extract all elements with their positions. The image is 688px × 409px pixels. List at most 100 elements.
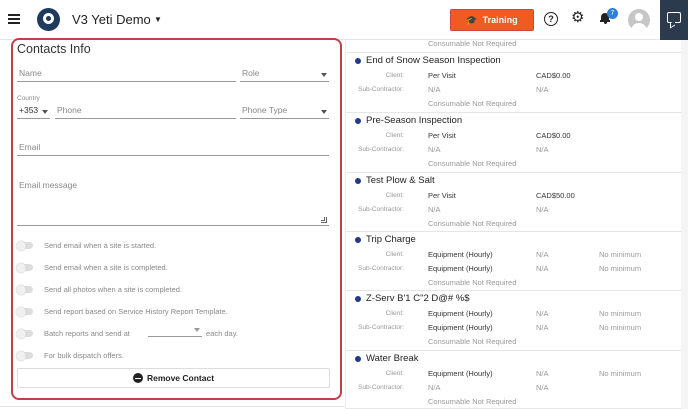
- toggle-switch[interactable]: [16, 284, 33, 295]
- service-item: Z-Serv B'1 C"2 D@# %$ Client: Equipment …: [346, 291, 681, 351]
- toggle-label: Send all photos when a site is completed…: [44, 285, 182, 294]
- sub-billing-type: Equipment (Hourly): [428, 264, 493, 273]
- sub-contractor-label: Sub-Contractor:: [358, 265, 404, 272]
- toggle-site-started[interactable]: Send email when a site is started.: [16, 240, 329, 252]
- toggle-switch[interactable]: [16, 350, 33, 361]
- bullet-icon: [355, 236, 361, 243]
- service-item: Water Break Client: Equipment (Hourly) N…: [346, 351, 681, 409]
- name-field[interactable]: Name: [17, 64, 236, 82]
- client-label: Client:: [385, 192, 404, 199]
- consumable-note: Consumable Not Required: [428, 397, 517, 406]
- avatar[interactable]: [628, 9, 650, 31]
- service-name: End of Snow Season Inspection: [366, 55, 501, 66]
- toggle-switch[interactable]: [16, 240, 33, 251]
- chevron-down-icon[interactable]: ▼: [154, 15, 162, 24]
- help-icon[interactable]: ?: [544, 12, 558, 26]
- bullet-icon: [355, 295, 361, 302]
- service-title[interactable]: Z-Serv B'1 C"2 D@# %$: [355, 293, 470, 304]
- client-billing-type: Equipment (Hourly): [428, 309, 493, 318]
- service-title[interactable]: Water Break: [355, 353, 418, 364]
- sub-rate: N/A: [536, 264, 549, 273]
- client-billing-type: Per Visit: [428, 71, 456, 80]
- company-name[interactable]: V3 Yeti Demo: [72, 12, 151, 27]
- country-code-value: +353: [19, 105, 39, 115]
- training-label: Training: [482, 15, 518, 25]
- graduation-cap-icon: 🎓: [466, 14, 478, 25]
- service-name: Trip Charge: [366, 234, 416, 245]
- toggle-label: Send report based on Service History Rep…: [44, 307, 228, 316]
- client-label: Client:: [385, 132, 404, 139]
- toggle-batch-reports[interactable]: Batch reports and send at each day.: [16, 326, 329, 340]
- consumable-note: Consumable Not Required: [428, 278, 517, 287]
- sub-billing-type: N/A: [428, 85, 441, 94]
- service-title[interactable]: Test Plow & Salt: [355, 175, 435, 186]
- sub-billing-type: N/A: [428, 383, 441, 392]
- menu-icon[interactable]: [8, 14, 20, 24]
- batch-time-select[interactable]: [148, 326, 202, 337]
- service-item: Pre-Season Inspection Client: Per Visit …: [346, 113, 681, 173]
- caret-down-icon: [42, 110, 48, 114]
- phone-field[interactable]: Phone: [55, 103, 236, 119]
- phone-type-select[interactable]: Phone Type: [240, 103, 329, 119]
- training-button[interactable]: 🎓 Training: [450, 9, 534, 31]
- country-label: Country: [17, 95, 40, 102]
- left-column: Contacts Info Name Role Country +353 Pho…: [0, 38, 345, 409]
- toggle-switch[interactable]: [16, 328, 33, 339]
- service-title[interactable]: End of Snow Season Inspection: [355, 55, 501, 66]
- contact-card: Contacts Info Name Role Country +353 Pho…: [11, 38, 342, 400]
- toggle-service-history-report[interactable]: Send report based on Service History Rep…: [16, 306, 329, 318]
- top-bar: V3 Yeti Demo ▼ 🎓 Training ? ⚙ 7: [0, 0, 688, 40]
- client-rate: N/A: [536, 369, 549, 378]
- service-name: Pre-Season Inspection: [366, 115, 463, 126]
- service-title[interactable]: Pre-Season Inspection: [355, 115, 462, 126]
- email-placeholder: Email: [19, 142, 41, 152]
- service-item: Trip Charge Client: Equipment (Hourly) N…: [346, 232, 681, 291]
- service-title[interactable]: Trip Charge: [355, 234, 416, 245]
- consumable-note: Consumable Not Required: [428, 159, 517, 168]
- service-name: Water Break: [366, 353, 419, 364]
- consumable-note: Consumable Not Required: [428, 39, 517, 48]
- scrollbar-track[interactable]: [681, 40, 688, 409]
- each-day-label: each day.: [206, 329, 238, 338]
- client-minimum: No minimum: [599, 309, 642, 318]
- toggle-label: Batch reports and send at: [44, 329, 130, 338]
- caret-down-icon: [321, 110, 327, 114]
- consumable-note: Consumable Not Required: [428, 99, 517, 108]
- toggle-send-photos[interactable]: Send all photos when a site is completed…: [16, 284, 329, 296]
- remove-contact-button[interactable]: Remove Contact: [17, 368, 330, 388]
- sub-billing-type: N/A: [428, 205, 441, 214]
- email-message-field[interactable]: Email message: [17, 180, 329, 226]
- client-rate: CAD$0.00: [536, 131, 571, 140]
- phone-placeholder: Phone: [57, 105, 82, 115]
- sub-billing-type: N/A: [428, 145, 441, 154]
- chat-icon: [667, 12, 681, 23]
- client-minimum: No minimum: [599, 250, 642, 259]
- sub-rate: N/A: [536, 85, 549, 94]
- bullet-icon: [355, 57, 361, 64]
- toggle-site-completed[interactable]: Send email when a site is completed.: [16, 262, 329, 274]
- role-select[interactable]: Role: [240, 64, 329, 82]
- toggle-switch[interactable]: [16, 306, 33, 317]
- bullet-icon: [355, 355, 361, 362]
- toggle-bulk-dispatch[interactable]: For bulk dispatch offers.: [16, 350, 329, 362]
- sub-contractor-label: Sub-Contractor:: [358, 86, 404, 93]
- sub-rate: N/A: [536, 145, 549, 154]
- name-placeholder: Name: [19, 68, 42, 78]
- minus-circle-icon: [132, 373, 143, 383]
- gear-icon[interactable]: ⚙: [571, 10, 584, 25]
- client-billing-type: Per Visit: [428, 131, 456, 140]
- toggle-label: Send email when a site is completed.: [44, 263, 168, 272]
- resize-handle-icon[interactable]: [321, 217, 327, 223]
- email-message-placeholder: Email message: [19, 180, 78, 190]
- consumable-note: Consumable Not Required: [428, 219, 517, 228]
- toggle-switch[interactable]: [16, 262, 33, 273]
- chat-panel[interactable]: [660, 0, 688, 40]
- card-title: Contacts Info: [17, 42, 91, 56]
- toggle-label: Send email when a site is started.: [44, 241, 157, 250]
- email-field[interactable]: Email: [17, 140, 329, 156]
- sub-rate: N/A: [536, 323, 549, 332]
- service-item: Test Plow & Salt Client: Per Visit CAD$5…: [346, 173, 681, 232]
- company-logo[interactable]: [37, 8, 60, 31]
- sub-rate: N/A: [536, 205, 549, 214]
- country-code-select[interactable]: +353: [17, 103, 50, 119]
